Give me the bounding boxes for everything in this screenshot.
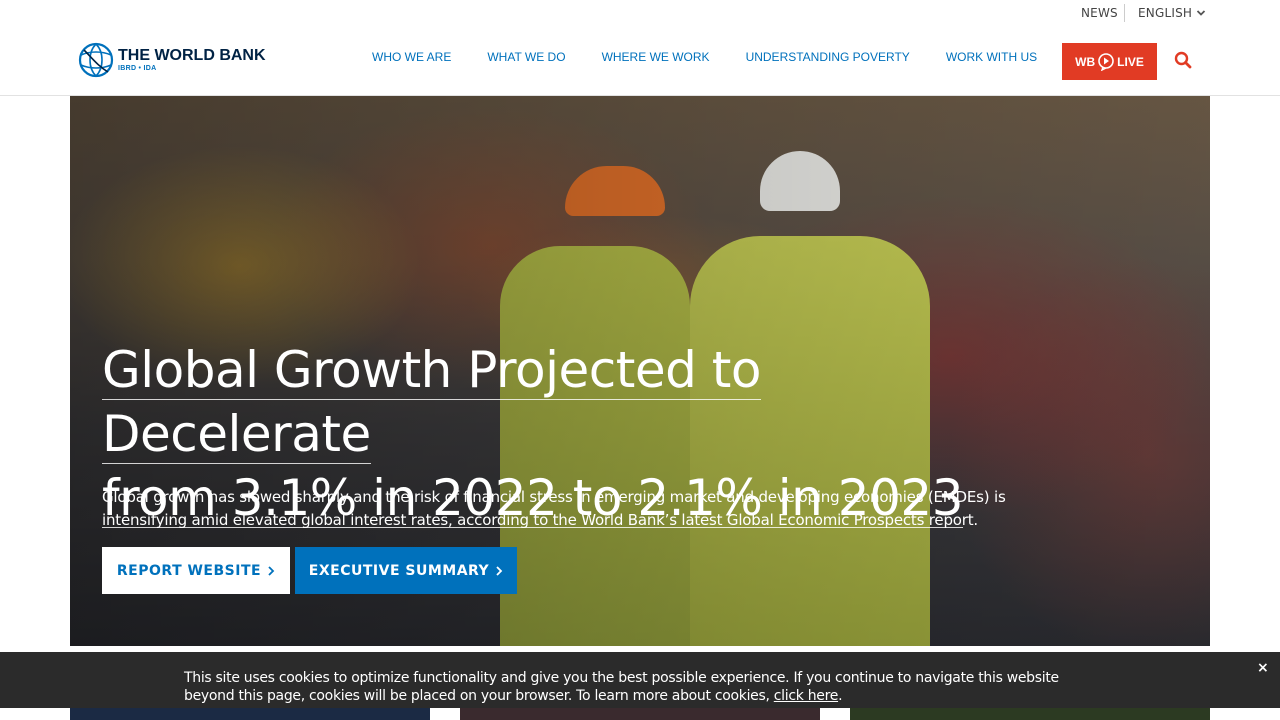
cookie-message: This site uses cookies to optimize funct… (184, 669, 1104, 705)
report-website-button[interactable]: REPORT WEBSITE (102, 547, 290, 594)
nav-who-we-are[interactable]: WHO WE ARE (372, 50, 451, 64)
chevron-right-icon (496, 565, 503, 576)
hero-title-line-1: Global Growth Projected to Decelerate (102, 341, 761, 464)
main-nav: WHO WE ARE WHAT WE DO WHERE WE WORK UNDE… (372, 50, 1037, 64)
wb-live-suffix: LIVE (1117, 54, 1144, 69)
cookie-learn-more-link[interactable]: click here (774, 688, 839, 704)
nav-work-with-us[interactable]: WORK WITH US (946, 50, 1037, 64)
nav-where-we-work[interactable]: WHERE WE WORK (602, 50, 710, 64)
search-icon[interactable] (1174, 51, 1192, 69)
hero-banner: Global Growth Projected to Decelerate fr… (70, 96, 1210, 646)
utility-bar: NEWS ENGLISH (0, 0, 1280, 28)
language-selector[interactable]: ENGLISH (1138, 6, 1206, 20)
logo-wordmark: THE WORLD BANK IBRD • IDA (118, 46, 266, 73)
report-website-label: REPORT WEBSITE (116, 562, 262, 579)
executive-summary-label: EXECUTIVE SUMMARY (308, 562, 490, 579)
wb-live-button[interactable]: WB LIVE (1062, 43, 1157, 80)
nav-understanding-poverty[interactable]: UNDERSTANDING POVERTY (746, 50, 910, 64)
logo-subtitle: IBRD • IDA (118, 64, 157, 72)
utility-divider (1124, 4, 1125, 22)
cookie-tail: . (838, 688, 843, 704)
feature-card-2[interactable] (460, 708, 820, 720)
feature-card-1[interactable] (70, 708, 430, 720)
world-bank-logo[interactable]: THE WORLD BANK IBRD • IDA (78, 42, 266, 78)
chevron-down-icon (1196, 10, 1206, 16)
language-label: ENGLISH (1138, 6, 1193, 20)
wb-live-prefix: WB (1075, 54, 1096, 69)
nav-what-we-do[interactable]: WHAT WE DO (487, 50, 565, 64)
cookie-banner: This site uses cookies to optimize funct… (0, 652, 1280, 708)
cookie-text: This site uses cookies to optimize funct… (184, 670, 1059, 704)
news-link[interactable]: NEWS (1081, 6, 1118, 20)
executive-summary-button[interactable]: EXECUTIVE SUMMARY (295, 547, 517, 594)
globe-logo-icon (78, 42, 114, 78)
play-icon (1098, 52, 1114, 71)
close-icon[interactable]: × (1257, 660, 1269, 676)
site-header: THE WORLD BANK IBRD • IDA WHO WE ARE WHA… (0, 28, 1280, 96)
logo-name: THE WORLD BANK (118, 46, 266, 64)
hero-description: Global growth has slowed sharply and the… (102, 488, 1006, 529)
chevron-right-icon (268, 565, 275, 576)
feature-card-3[interactable] (850, 708, 1210, 720)
